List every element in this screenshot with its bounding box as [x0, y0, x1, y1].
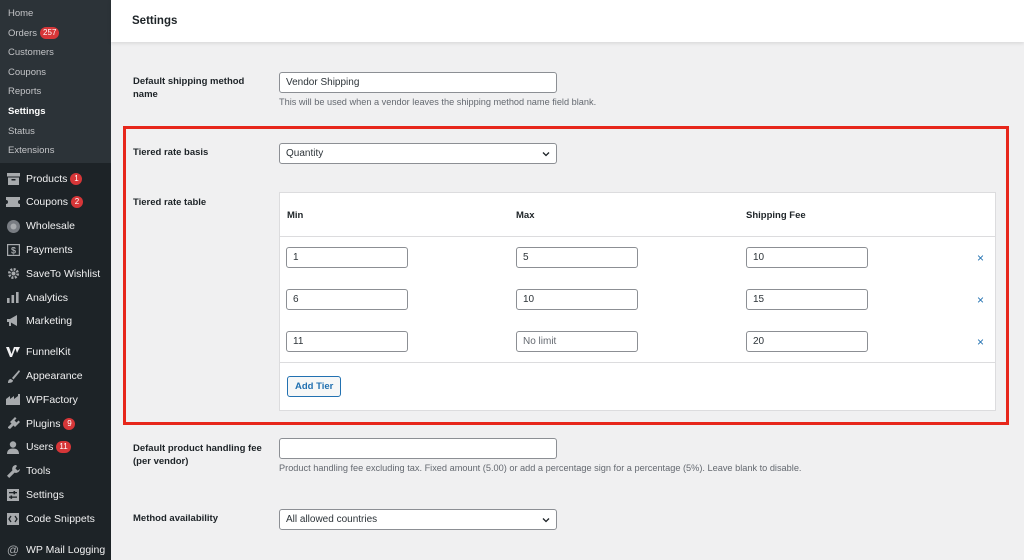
- plugins-count-badge: 9: [63, 417, 76, 430]
- brush-icon: [6, 369, 20, 383]
- tiered-rate-table: Min Max Shipping Fee 1 5 10 × 6 10 15 × …: [279, 192, 996, 411]
- menu-wpfactory[interactable]: WPFactory: [0, 388, 111, 412]
- tier-2-fee-input[interactable]: 15: [746, 289, 868, 310]
- menu-users[interactable]: Users 11: [0, 436, 111, 460]
- default-method-description: This will be used when a vendor leaves t…: [279, 97, 597, 107]
- submenu-customers[interactable]: Customers: [0, 43, 111, 63]
- menu-code-snippets[interactable]: Code Snippets: [0, 507, 111, 531]
- dollar-icon: $: [6, 243, 20, 257]
- submenu-settings[interactable]: Settings: [0, 102, 111, 122]
- user-icon: [6, 440, 20, 454]
- tier-1-remove-icon[interactable]: ×: [977, 252, 984, 264]
- tiered-basis-select[interactable]: Quantity: [279, 143, 557, 164]
- menu-plugins[interactable]: Plugins 9: [0, 412, 111, 436]
- tier-3-max-input[interactable]: No limit: [516, 331, 638, 352]
- menu-products[interactable]: Products 1: [0, 167, 111, 191]
- chevron-down-icon: [542, 152, 550, 157]
- availability-label: Method availability: [133, 513, 218, 524]
- tiered-basis-label: Tiered rate basis: [133, 147, 209, 158]
- availability-select[interactable]: All allowed countries: [279, 509, 557, 530]
- bar-chart-icon: [6, 291, 20, 305]
- menu-settings[interactable]: Settings: [0, 483, 111, 507]
- megaphone-icon: [6, 314, 20, 328]
- archive-icon: [6, 172, 20, 186]
- submenu-orders[interactable]: Orders 257: [0, 24, 111, 44]
- tier-3-fee-input[interactable]: 20: [746, 331, 868, 352]
- tier-1-min-input[interactable]: 1: [286, 247, 408, 268]
- tiered-table-label: Tiered rate table: [133, 197, 207, 208]
- add-tier-button[interactable]: Add Tier: [287, 376, 342, 397]
- tier-3-min-input[interactable]: 11: [286, 331, 408, 352]
- column-header-max: Max: [516, 210, 535, 221]
- woocommerce-submenu: Home Orders 257 Customers Coupons Reports…: [0, 0, 111, 163]
- tier-2-min-input[interactable]: 6: [286, 289, 408, 310]
- users-count-badge: 11: [56, 441, 71, 454]
- menu-wp-mail-logging[interactable]: @ WP Mail Logging: [0, 538, 111, 560]
- menu-saveto-wishlist[interactable]: SaveTo Wishlist: [0, 262, 111, 286]
- submenu-home[interactable]: Home: [0, 4, 111, 24]
- footer-divider: [280, 362, 995, 363]
- menu-marketing[interactable]: Marketing: [0, 310, 111, 334]
- coupons-count-badge: 2: [71, 196, 84, 209]
- submenu-status[interactable]: Status: [0, 122, 111, 142]
- tier-2-remove-icon[interactable]: ×: [977, 294, 984, 306]
- availability-value: All allowed countries: [286, 514, 378, 525]
- ticket-icon: [6, 195, 20, 209]
- column-header-shipping-fee: Shipping Fee: [746, 210, 806, 221]
- default-method-input[interactable]: Vendor Shipping: [279, 72, 557, 93]
- handling-fee-input[interactable]: [279, 438, 557, 459]
- wholesale-icon: [6, 219, 20, 233]
- menu-coupons[interactable]: Coupons 2: [0, 191, 111, 215]
- submenu-extensions[interactable]: Extensions: [0, 141, 111, 161]
- submenu-coupons[interactable]: Coupons: [0, 63, 111, 83]
- handling-fee-description: Product handling fee excluding tax. Fixe…: [279, 463, 802, 473]
- menu-payments[interactable]: $ Payments: [0, 238, 111, 262]
- tier-2-max-input[interactable]: 10: [516, 289, 638, 310]
- svg-text:$: $: [10, 246, 15, 256]
- tier-1-max-input[interactable]: 5: [516, 247, 638, 268]
- gear-icon: [6, 267, 20, 281]
- at-icon: @: [6, 542, 20, 557]
- submenu-reports[interactable]: Reports: [0, 82, 111, 102]
- header-divider: [280, 236, 995, 237]
- menu-funnelkit[interactable]: FunnelKit: [0, 340, 111, 364]
- column-header-min: Min: [287, 210, 304, 221]
- default-method-label: Default shipping method name: [133, 76, 245, 100]
- handling-fee-label: Default product handling fee (per vendor…: [133, 443, 262, 467]
- tiered-basis-value: Quantity: [286, 148, 324, 159]
- page-header: Settings: [111, 0, 1024, 42]
- plug-icon: [6, 417, 20, 431]
- funnelkit-icon: [6, 345, 20, 359]
- menu-tools[interactable]: Tools: [0, 459, 111, 483]
- factory-icon: [6, 393, 20, 407]
- products-count-badge: 1: [70, 172, 83, 185]
- menu-wholesale[interactable]: Wholesale: [0, 214, 111, 238]
- wrench-icon: [6, 464, 20, 478]
- orders-count-badge: 257: [40, 26, 60, 39]
- tier-3-remove-icon[interactable]: ×: [977, 336, 984, 348]
- admin-sidebar: Home Orders 257 Customers Coupons Reports…: [0, 0, 111, 560]
- tier-1-fee-input[interactable]: 10: [746, 247, 868, 268]
- page-title: Settings: [132, 15, 178, 27]
- menu-analytics[interactable]: Analytics: [0, 286, 111, 310]
- settings-icon: [6, 488, 20, 502]
- chevron-down-icon: [542, 518, 550, 523]
- menu-appearance[interactable]: Appearance: [0, 364, 111, 388]
- code-icon: [6, 512, 20, 526]
